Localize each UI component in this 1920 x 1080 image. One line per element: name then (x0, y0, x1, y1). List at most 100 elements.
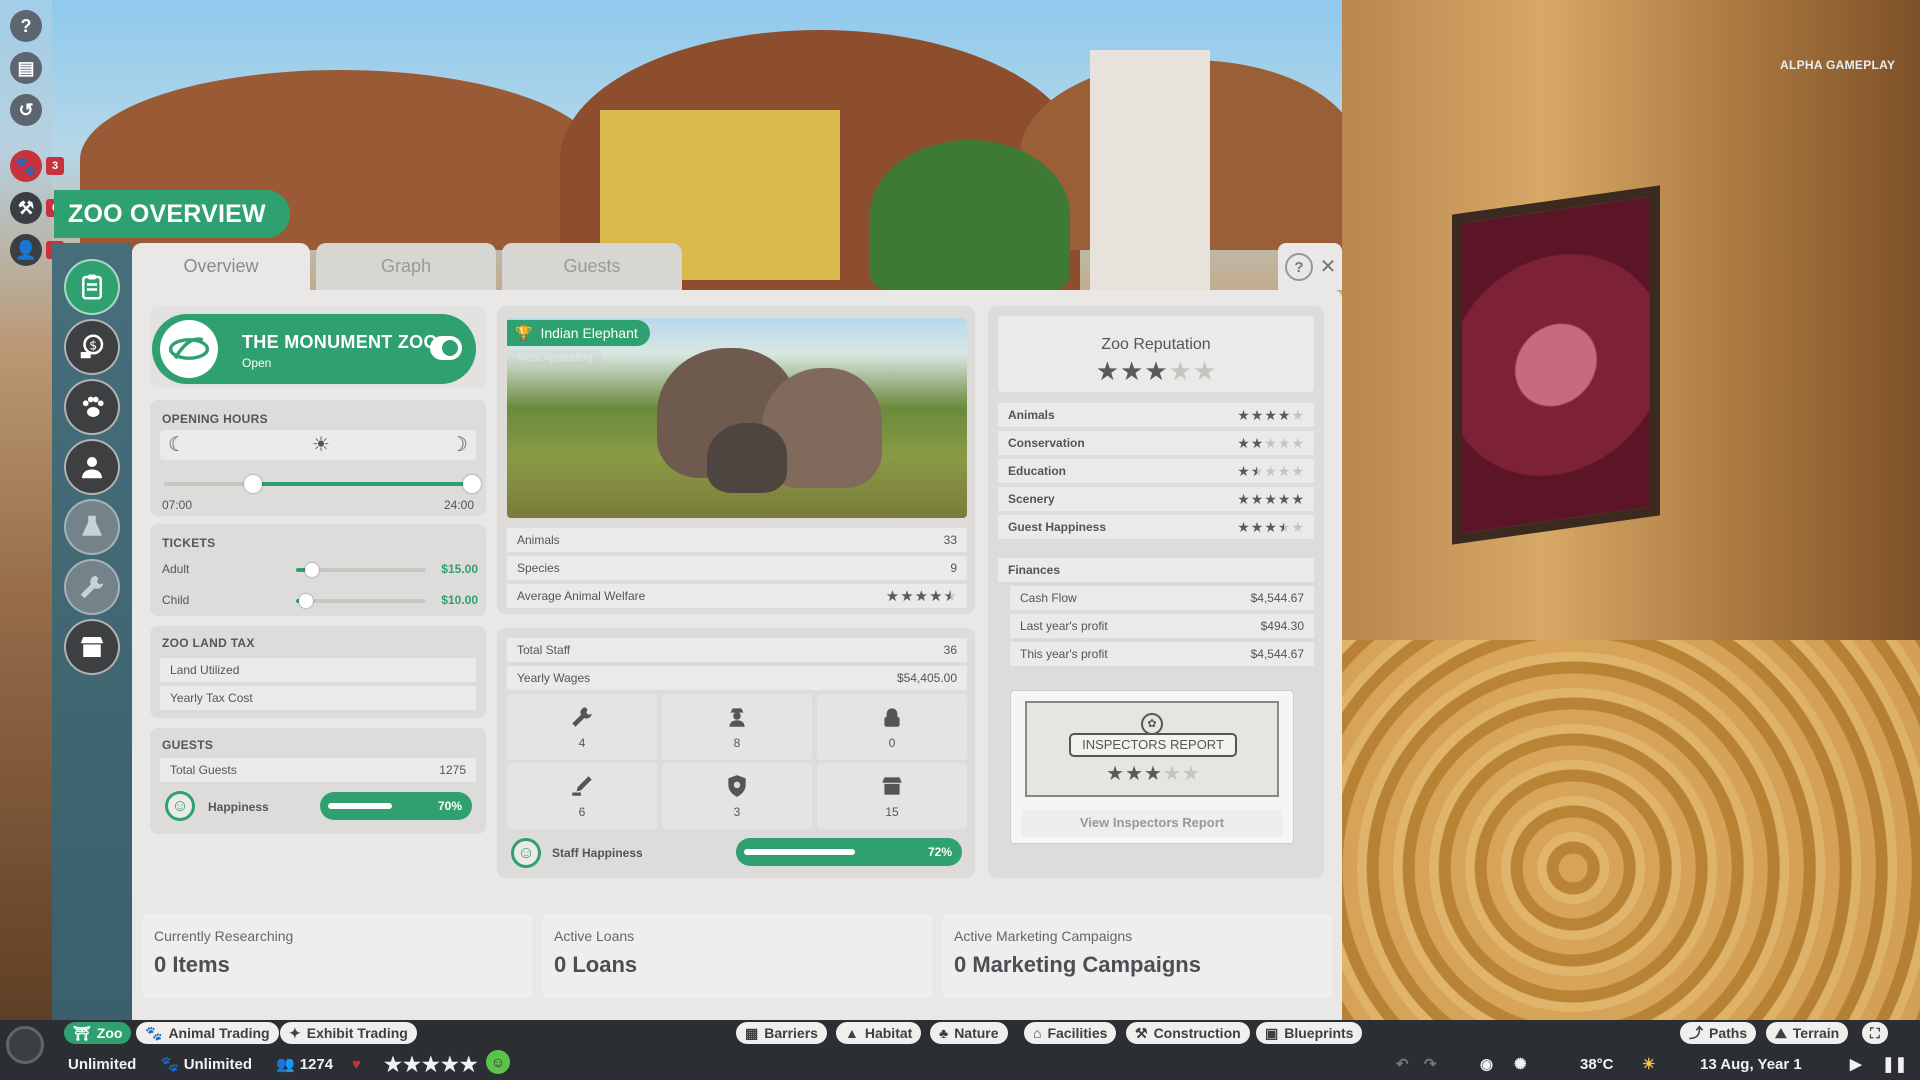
star-icon: ★ (1237, 434, 1250, 451)
tab-graph[interactable]: Graph (316, 243, 496, 290)
star-icon: ★ (1144, 356, 1168, 386)
vet-icon (572, 776, 592, 796)
toolbar-habitat-button[interactable]: ▲ Habitat (836, 1022, 922, 1044)
inspectors-envelope: ✿ INSPECTORS REPORT ★ ★ ★ ★ ★ View Inspector… (1010, 690, 1294, 844)
window-help-button[interactable]: ? (1285, 253, 1313, 281)
finances-header: Finances (998, 558, 1314, 582)
staff-happiness-label: Staff Happiness (552, 846, 643, 860)
help-icon[interactable]: ? (10, 10, 42, 42)
closing-time: 24:00 (443, 498, 474, 512)
tab-guests[interactable]: Guests (502, 243, 682, 290)
sun-icon: ☀ (312, 434, 330, 456)
toolbar-barriers-button[interactable]: ▦ Barriers (736, 1022, 827, 1044)
toolbar-habitat-label: Habitat (864, 1025, 913, 1041)
vendors-count-cell[interactable]: 0 (817, 694, 967, 760)
window-close-button[interactable]: ✕ (1312, 250, 1344, 282)
undo-button[interactable]: ↶ (1396, 1052, 1409, 1076)
star-icon: ★ (384, 1053, 402, 1076)
overview-nav-button[interactable] (64, 259, 120, 315)
wrench-icon (80, 575, 104, 599)
opening-time-handle[interactable] (244, 475, 263, 493)
flask-icon (82, 515, 102, 536)
toolbar-terrain-button[interactable]: ⛰ Terrain (1766, 1022, 1849, 1044)
redo-button[interactable]: ↷ (1424, 1052, 1437, 1076)
total-staff-row: Total Staff 36 (507, 638, 967, 662)
star-icon: ★ (1250, 434, 1264, 451)
adult-ticket-price: $15.00 (441, 562, 478, 576)
zoo-name-pill: THE MONUMENT ZOO Open (152, 314, 476, 384)
star-icon: ★ (1120, 356, 1144, 386)
star-icon: ★ (421, 1053, 440, 1076)
play-button[interactable]: ▶ (1850, 1052, 1862, 1076)
toolbar-exhibit-trading-label: Exhibit Trading (306, 1025, 408, 1041)
security-count-cell[interactable]: 3 (662, 763, 812, 829)
reputation-row-label: Animals (1008, 408, 1055, 422)
featured-animal-image[interactable] (507, 318, 967, 518)
yearly-wages-label: Yearly Wages (517, 671, 591, 685)
vets-count-cell[interactable]: 6 (507, 763, 657, 829)
pause-button[interactable]: ❚❚ (1882, 1052, 1907, 1076)
star-icon: ★ (1250, 462, 1264, 479)
notepad-icon[interactable]: ▤ (10, 52, 42, 84)
marketing-summary-card[interactable]: Active Marketing Campaigns 0 Marketing C… (942, 914, 1332, 998)
guest-alert-icon[interactable]: 👤 (10, 234, 42, 266)
wrench-icon (572, 707, 592, 727)
finances-title: Finances (1008, 563, 1061, 577)
toolbar-blueprints-button[interactable]: ▣ Blueprints (1256, 1022, 1363, 1044)
tab-overview[interactable]: Overview (132, 243, 310, 290)
maintenance-nav-button[interactable] (64, 559, 120, 615)
closing-time-handle[interactable] (463, 475, 481, 493)
toolbar-facilities-button[interactable]: ⌂ Facilities (1024, 1022, 1117, 1044)
species-count-label: Species (517, 561, 560, 575)
toolbar-animal-trading-button[interactable]: 🐾 Animal Trading (136, 1022, 279, 1044)
finance-nav-button[interactable]: $ (64, 319, 120, 375)
animals-count-row: Animals 33 (507, 528, 967, 552)
toolbar-exhibit-trading-button[interactable]: ✦ Exhibit Trading (280, 1022, 417, 1044)
toolbar-nature-button[interactable]: ♣ Nature (930, 1022, 1008, 1044)
research-summary-card[interactable]: Currently Researching 0 Items (142, 914, 532, 998)
research-nav-button[interactable] (64, 499, 120, 555)
guests-status: 👥 1274 (276, 1052, 333, 1076)
loans-summary-card[interactable]: Active Loans 0 Loans (542, 914, 932, 998)
animals-nav-button[interactable] (64, 379, 120, 435)
camera-icon[interactable]: ◉ (1480, 1052, 1493, 1076)
land-utilized-row: Land Utilized (160, 658, 476, 682)
facilities-icon: ⌂ (1033, 1025, 1042, 1041)
animal-alert-icon[interactable]: 🐾 (10, 150, 42, 182)
reputation-row: Animals ★ ★ ★ ★ ★ (998, 403, 1314, 427)
toolbar-terrain-label: Terrain (1792, 1025, 1840, 1041)
guests-icon: 👥 (276, 1056, 295, 1073)
mechanics-count-cell[interactable]: 4 (507, 694, 657, 760)
staff-nav-button[interactable] (64, 439, 120, 495)
window-title: ZOO OVERVIEW (54, 190, 290, 238)
toolbar-expand-button[interactable]: ⛶ (1862, 1022, 1888, 1044)
yearly-tax-row: Yearly Tax Cost (160, 686, 476, 710)
staff-alert-icon[interactable]: ⚒ (10, 192, 42, 224)
reputation-stars: ★ ★ ★ ★ ★ (1096, 356, 1217, 387)
star-icon: ★ (1250, 490, 1264, 507)
toolbar-zoo-label: Zoo (96, 1025, 123, 1041)
settings-icon[interactable]: ✺ (1514, 1052, 1527, 1076)
featured-animal-name: Indian Elephant (540, 325, 638, 341)
child-price-slider[interactable] (299, 594, 314, 608)
compass-button[interactable] (6, 1026, 44, 1064)
staff-happiness-bar: 72% (736, 838, 962, 866)
vendor-icon (884, 708, 900, 727)
view-inspectors-report-button[interactable]: View Inspectors Report (1021, 809, 1283, 837)
toolbar-zoo-button[interactable]: ⛩ Zoo (64, 1022, 132, 1044)
zoo-rating-stars: ★ ★ ★ ★ ★ (384, 1052, 478, 1077)
zoo-open-toggle[interactable] (430, 336, 462, 360)
star-icon: ★ (1264, 490, 1277, 507)
toolbar-paths-button[interactable]: ⤴ Paths (1680, 1022, 1757, 1044)
star-icon: ★ (1291, 462, 1304, 479)
land-utilized-label: Land Utilized (170, 663, 240, 677)
history-icon[interactable]: ↺ (10, 94, 42, 126)
shops-nav-button[interactable] (64, 619, 120, 675)
staff-happiness-value: 72% (927, 845, 952, 859)
shop-staff-count-cell[interactable]: 15 (817, 763, 967, 829)
zookeepers-count-cell[interactable]: 8 (662, 694, 812, 760)
toolbar-blueprints-label: Blueprints (1284, 1025, 1354, 1041)
adult-price-slider[interactable] (304, 563, 319, 577)
animal-welfare-row: Average Animal Welfare ★ ★ ★ ★ ★ (507, 584, 967, 608)
toolbar-construction-button[interactable]: ⚒ Construction (1126, 1022, 1250, 1044)
